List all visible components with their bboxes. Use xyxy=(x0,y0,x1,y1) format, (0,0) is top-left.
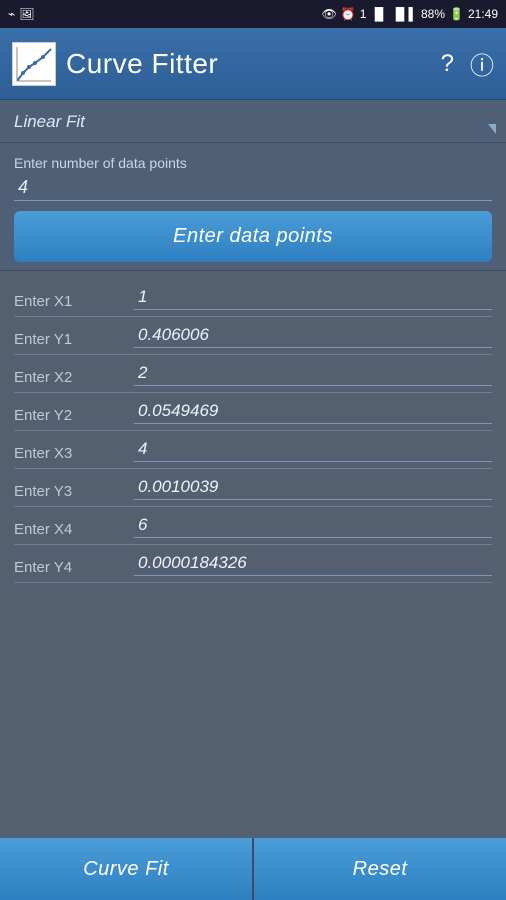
battery-icon: 🔋 xyxy=(449,7,464,21)
data-points-section: Enter number of data points Enter data p… xyxy=(0,143,506,270)
label-y1: Enter Y1 xyxy=(14,331,134,348)
reset-button[interactable]: Reset xyxy=(254,838,506,900)
header-left: Curve Fitter xyxy=(12,42,218,86)
label-x3: Enter X3 xyxy=(14,445,134,462)
input-x4[interactable] xyxy=(134,513,492,538)
num-points-input[interactable] xyxy=(14,175,492,201)
usb-icon: ⌁ xyxy=(8,7,15,21)
fit-type-label: Linear Fit xyxy=(14,112,85,131)
signal-bars: ▐▌ xyxy=(370,7,387,21)
label-x1: Enter X1 xyxy=(14,293,134,310)
status-bar: ⌁ 🖼 👁 ⏰ 1 ▐▌ ▐▌▌ 88% 🔋 21:49 xyxy=(0,0,506,28)
main-content: Linear Fit Enter number of data points E… xyxy=(0,100,506,838)
input-y2[interactable] xyxy=(134,399,492,424)
field-row-x2: Enter X2 xyxy=(14,355,492,393)
alarm-icon: ⏰ xyxy=(341,7,356,21)
enter-data-points-button[interactable]: Enter data points xyxy=(14,211,492,262)
field-row-y2: Enter Y2 xyxy=(14,393,492,431)
help-button[interactable]: ? xyxy=(441,50,454,78)
signal-bars-2: ▐▌▌ xyxy=(391,7,417,21)
status-left: ⌁ 🖼 xyxy=(8,7,34,21)
field-row-x3: Enter X3 xyxy=(14,431,492,469)
battery-percent: 88% xyxy=(421,7,445,21)
input-y1[interactable] xyxy=(134,323,492,348)
bottom-bar: Curve Fit Reset xyxy=(0,838,506,900)
info-button[interactable]: ⓘ xyxy=(470,46,494,81)
input-x2[interactable] xyxy=(134,361,492,386)
field-row-x1: Enter X1 xyxy=(14,279,492,317)
label-y2: Enter Y2 xyxy=(14,407,134,424)
time-display: 21:49 xyxy=(468,7,498,21)
image-icon: 🖼 xyxy=(19,7,34,21)
input-y4[interactable] xyxy=(134,551,492,576)
field-row-x4: Enter X4 xyxy=(14,507,492,545)
fit-type-dropdown[interactable]: Linear Fit xyxy=(0,100,506,142)
input-y3[interactable] xyxy=(134,475,492,500)
label-x4: Enter X4 xyxy=(14,521,134,538)
app-header: Curve Fitter ? ⓘ xyxy=(0,28,506,100)
app-icon xyxy=(12,42,56,86)
app-title: Curve Fitter xyxy=(66,48,218,80)
field-row-y1: Enter Y1 xyxy=(14,317,492,355)
status-right: 👁 ⏰ 1 ▐▌ ▐▌▌ 88% 🔋 21:49 xyxy=(322,7,498,21)
curve-fit-button[interactable]: Curve Fit xyxy=(0,838,254,900)
field-row-y3: Enter Y3 xyxy=(14,469,492,507)
input-x1[interactable] xyxy=(134,285,492,310)
data-fields-section: Enter X1 Enter Y1 Enter X2 Enter Y2 Ente… xyxy=(0,271,506,838)
header-actions: ? ⓘ xyxy=(441,46,494,81)
num-points-label: Enter number of data points xyxy=(14,155,492,171)
input-x3[interactable] xyxy=(134,437,492,462)
label-x2: Enter X2 xyxy=(14,369,134,386)
label-y3: Enter Y3 xyxy=(14,483,134,500)
eye-icon: 👁 xyxy=(322,7,337,21)
notification-badge: 1 xyxy=(360,7,367,21)
dropdown-arrow-icon xyxy=(488,124,496,134)
field-row-y4: Enter Y4 xyxy=(14,545,492,583)
label-y4: Enter Y4 xyxy=(14,559,134,576)
